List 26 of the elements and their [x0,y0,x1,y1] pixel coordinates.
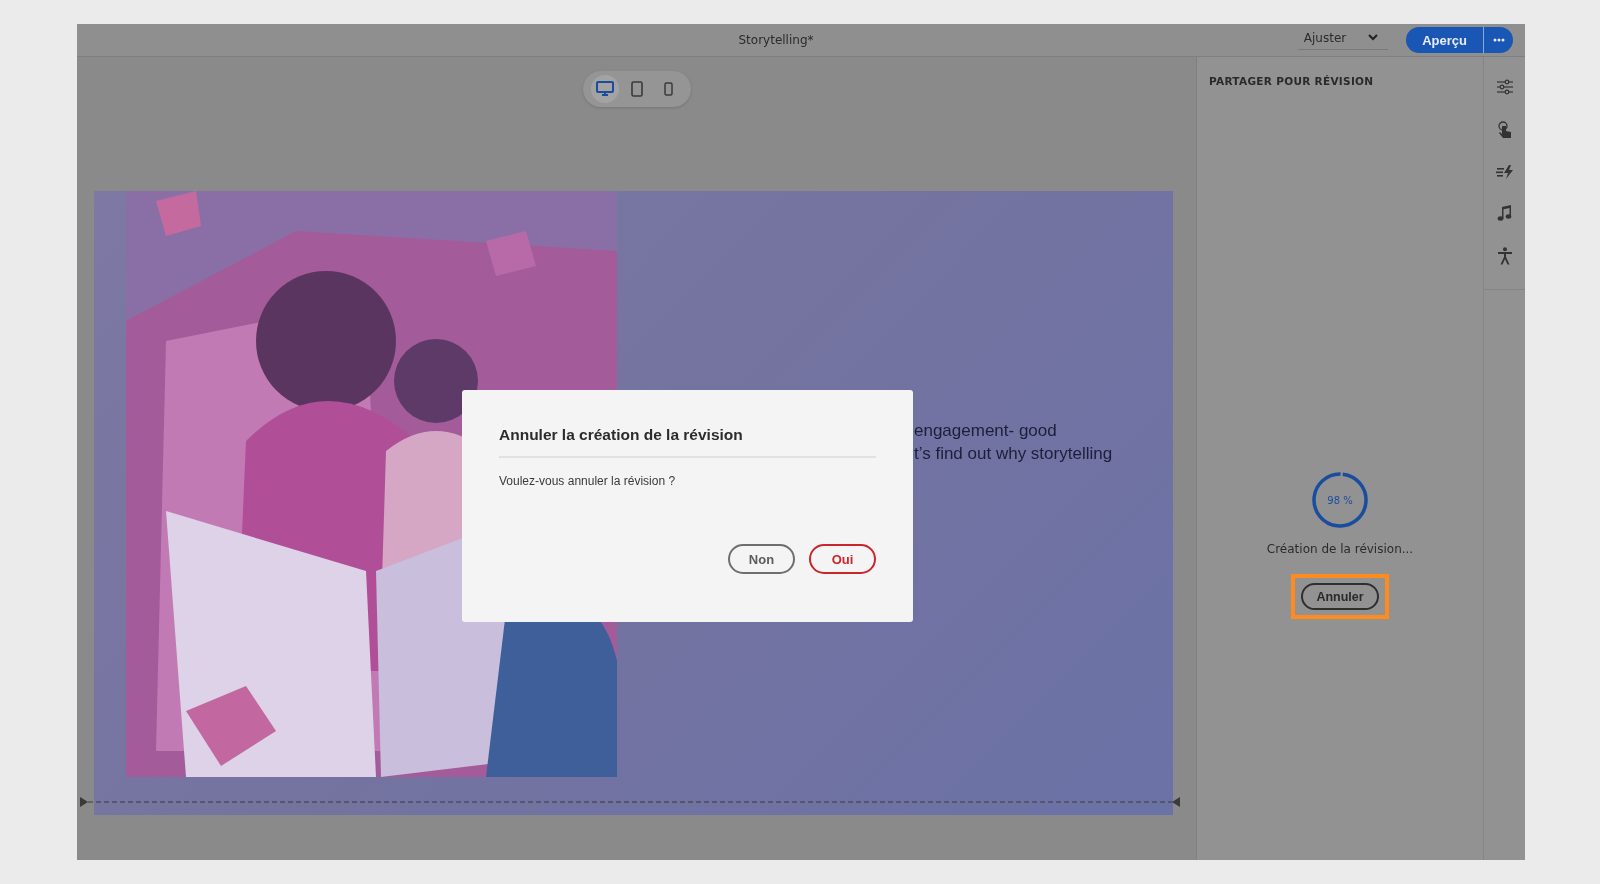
more-button[interactable] [1483,27,1513,53]
music-note-icon[interactable] [1497,205,1512,221]
device-toggle[interactable] [590,75,619,103]
dialog-title: Annuler la création de la révision [499,426,876,458]
status-text: Création de la révision... [1266,542,1414,556]
accessibility-icon[interactable] [1496,247,1513,265]
tap-icon[interactable] [1496,121,1513,139]
more-icon [1492,38,1505,42]
desktop-icon [595,81,614,97]
zoom-dropdown[interactable]: Ajuster [1297,30,1389,50]
document-title: Storytelling* [738,33,814,47]
preview-button[interactable]: Aperçu [1406,27,1483,53]
progress-ring [1310,470,1370,530]
slide-text: engagement- good [914,420,1057,442]
dialog-message: Voulez-vous annuler la révision ? [499,474,677,488]
panel-title: PARTAGER POUR RÉVISION [1209,75,1374,87]
tablet-icon [630,81,643,97]
sliders-icon[interactable] [1495,79,1514,95]
cancel-button[interactable]: Annuler [1301,583,1379,610]
confirm-button[interactable]: Oui [809,544,876,574]
phone-icon [664,82,673,96]
progress-reading: 98 % [1327,494,1353,506]
chevron-down-icon [1368,34,1379,41]
decline-button[interactable]: Non [728,544,795,574]
lightning-icon[interactable] [1495,165,1514,179]
slide-text: t’s find out why storytelling [914,443,1113,465]
